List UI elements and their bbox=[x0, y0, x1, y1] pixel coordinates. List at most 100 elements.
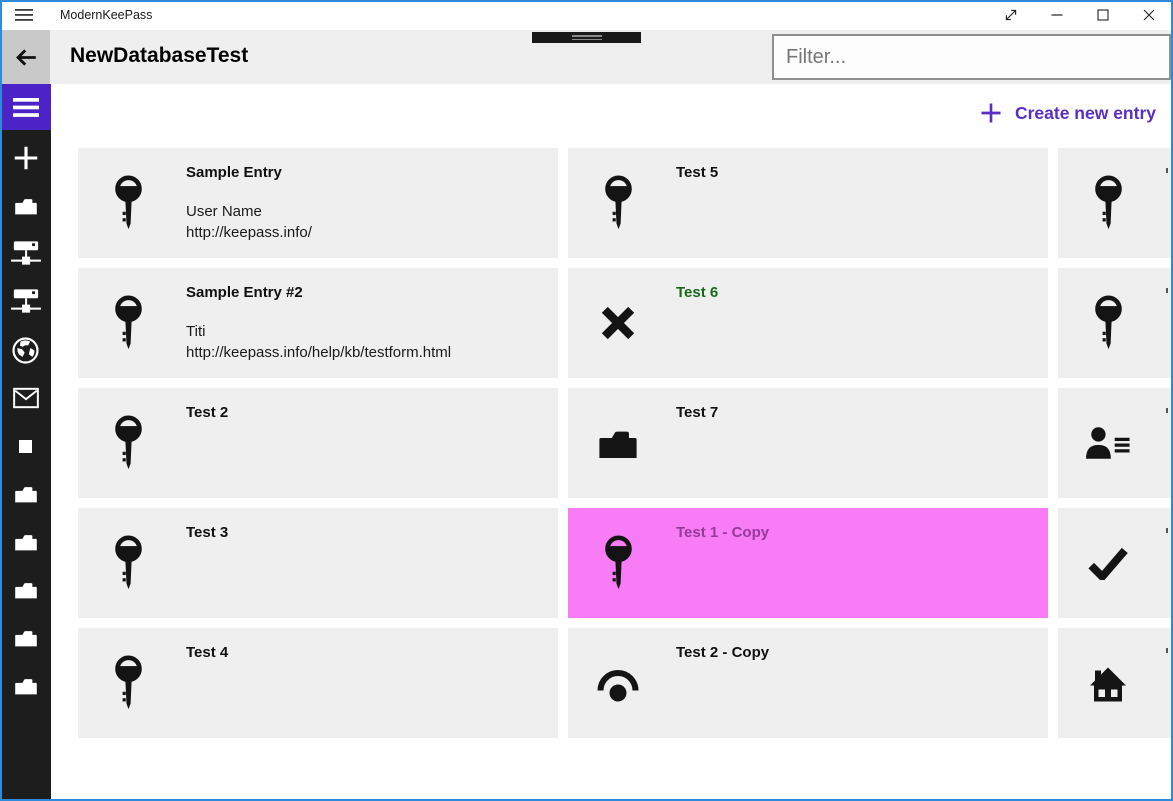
database-title: NewDatabaseTest bbox=[70, 44, 249, 67]
entry-detail-line: User Name bbox=[186, 203, 262, 220]
entry-title: Sample Entry #2 bbox=[186, 284, 303, 301]
sidebar bbox=[0, 84, 51, 801]
maximize-button[interactable] bbox=[1080, 0, 1126, 30]
mail-icon bbox=[12, 387, 39, 409]
check-icon bbox=[1086, 508, 1130, 618]
key-icon bbox=[106, 628, 150, 738]
sidebar-item-folder-9[interactable] bbox=[0, 518, 51, 566]
back-button[interactable] bbox=[2, 30, 50, 84]
enter-fullscreen-button[interactable] bbox=[988, 0, 1034, 30]
clipped-title-mark bbox=[1166, 528, 1168, 533]
minimize-button[interactable] bbox=[1034, 0, 1080, 30]
window-controls bbox=[988, 0, 1172, 30]
entry-card-sample-entry[interactable]: Sample Entry User Name http://keepass.info… bbox=[78, 148, 558, 258]
sidebar-item-network-3[interactable] bbox=[0, 230, 51, 278]
home-icon bbox=[1086, 628, 1130, 738]
entry-card-clipped[interactable] bbox=[1058, 148, 1173, 258]
entry-card-test-2[interactable]: Test 2 bbox=[78, 388, 558, 498]
entry-details: Titi http://keepass.info/help/kb/testform… bbox=[186, 321, 451, 363]
key-icon bbox=[596, 508, 640, 618]
folder-icon bbox=[596, 388, 640, 498]
network-icon bbox=[10, 288, 41, 316]
key-icon bbox=[106, 388, 150, 498]
sidebar-item-folder-11[interactable] bbox=[0, 614, 51, 662]
entry-title: Test 1 - Copy bbox=[676, 524, 770, 541]
folder-icon bbox=[14, 197, 38, 215]
key-icon bbox=[1086, 148, 1130, 258]
plus-icon bbox=[13, 145, 39, 171]
network-icon bbox=[10, 240, 41, 268]
create-new-entry-button[interactable]: Create new entry bbox=[980, 99, 1156, 127]
entry-card-test-2-copy[interactable]: Test 2 - Copy bbox=[568, 628, 1048, 738]
entry-title: Test 6 bbox=[676, 284, 719, 301]
hamburger-icon bbox=[12, 97, 39, 117]
contact-icon bbox=[1086, 388, 1130, 498]
entry-title: Sample Entry bbox=[186, 164, 282, 181]
filter-input[interactable] bbox=[772, 34, 1171, 80]
square-icon bbox=[19, 439, 32, 453]
entry-card-sample-entry-2[interactable]: Sample Entry #2 Titi http://keepass.info/h… bbox=[78, 268, 558, 378]
entry-card-clipped[interactable] bbox=[1058, 388, 1173, 498]
sidebar-item-square-7[interactable] bbox=[0, 422, 51, 470]
folder-icon bbox=[14, 485, 37, 503]
key-icon bbox=[106, 268, 150, 378]
folder-icon bbox=[14, 581, 37, 599]
entry-card-test-6[interactable]: Test 6 bbox=[568, 268, 1048, 378]
header: NewDatabaseTest bbox=[0, 30, 1173, 84]
minimize-icon bbox=[1049, 7, 1065, 23]
entry-detail-line: Titi bbox=[186, 323, 206, 340]
folder-icon bbox=[14, 629, 37, 647]
entry-detail-line: http://keepass.info/help/kb/testform.htm… bbox=[186, 344, 452, 361]
entry-card-test-7[interactable]: Test 7 bbox=[568, 388, 1048, 498]
folder-icon bbox=[14, 677, 37, 695]
entry-card-clipped[interactable] bbox=[1058, 268, 1173, 378]
entry-detail-line: http://keepass.info/ bbox=[186, 224, 312, 241]
entry-title: Test 7 bbox=[676, 404, 719, 421]
sidebar-item-plus-1[interactable] bbox=[0, 134, 51, 182]
sidebar-item-folder-8[interactable] bbox=[0, 470, 51, 518]
key-icon bbox=[106, 148, 150, 258]
entry-title: Test 2 - Copy bbox=[676, 644, 770, 661]
enter-fullscreen-icon bbox=[1003, 7, 1019, 23]
entry-card-clipped[interactable] bbox=[1058, 508, 1173, 618]
entries-grid: Sample Entry User Name http://keepass.info… bbox=[78, 148, 1173, 738]
clipped-title-mark bbox=[1166, 288, 1168, 293]
titlebar: ModernKeePass bbox=[0, 0, 1173, 30]
clipped-title-mark bbox=[1166, 408, 1168, 413]
folder-icon bbox=[14, 533, 37, 551]
maximize-icon bbox=[1095, 7, 1111, 23]
hamburger-icon[interactable] bbox=[15, 9, 33, 21]
entry-title: Test 3 bbox=[186, 524, 229, 541]
plus-icon bbox=[980, 102, 1002, 124]
entry-card-test-3[interactable]: Test 3 bbox=[78, 508, 558, 618]
close-button[interactable] bbox=[1126, 0, 1172, 30]
sidebar-item-mail-6[interactable] bbox=[0, 374, 51, 422]
drag-handle[interactable] bbox=[532, 32, 641, 43]
entry-card-test-5[interactable]: Test 5 bbox=[568, 148, 1048, 258]
close-icon bbox=[1141, 7, 1157, 23]
create-new-entry-label: Create new entry bbox=[1014, 102, 1156, 123]
sidebar-item-folder-12[interactable] bbox=[0, 662, 51, 710]
key-icon bbox=[1086, 268, 1130, 378]
sidebar-item-network-4[interactable] bbox=[0, 278, 51, 326]
key-icon bbox=[106, 508, 150, 618]
main-content: Create new entry Sample Entry User Name ht… bbox=[51, 84, 1173, 801]
sidebar-item-folder-2[interactable] bbox=[0, 182, 51, 230]
sidebar-item-hamburger-0[interactable] bbox=[0, 84, 51, 130]
x-icon bbox=[596, 268, 640, 378]
entry-card-test-1-copy[interactable]: Test 1 - Copy bbox=[568, 508, 1048, 618]
back-arrow-icon bbox=[13, 44, 40, 71]
clipped-title-mark bbox=[1166, 648, 1168, 653]
entry-card-clipped[interactable] bbox=[1058, 628, 1173, 738]
entry-title: Test 5 bbox=[676, 164, 719, 181]
eye-icon bbox=[596, 628, 640, 738]
key-icon bbox=[596, 148, 640, 258]
app-title: ModernKeePass bbox=[60, 8, 153, 22]
entry-details: User Name http://keepass.info/ bbox=[186, 201, 312, 243]
sidebar-item-globe-5[interactable] bbox=[0, 326, 51, 374]
clipped-title-mark bbox=[1166, 168, 1168, 173]
entry-title: Test 2 bbox=[186, 404, 229, 421]
globe-icon bbox=[12, 336, 39, 364]
sidebar-item-folder-10[interactable] bbox=[0, 566, 51, 614]
entry-card-test-4[interactable]: Test 4 bbox=[78, 628, 558, 738]
